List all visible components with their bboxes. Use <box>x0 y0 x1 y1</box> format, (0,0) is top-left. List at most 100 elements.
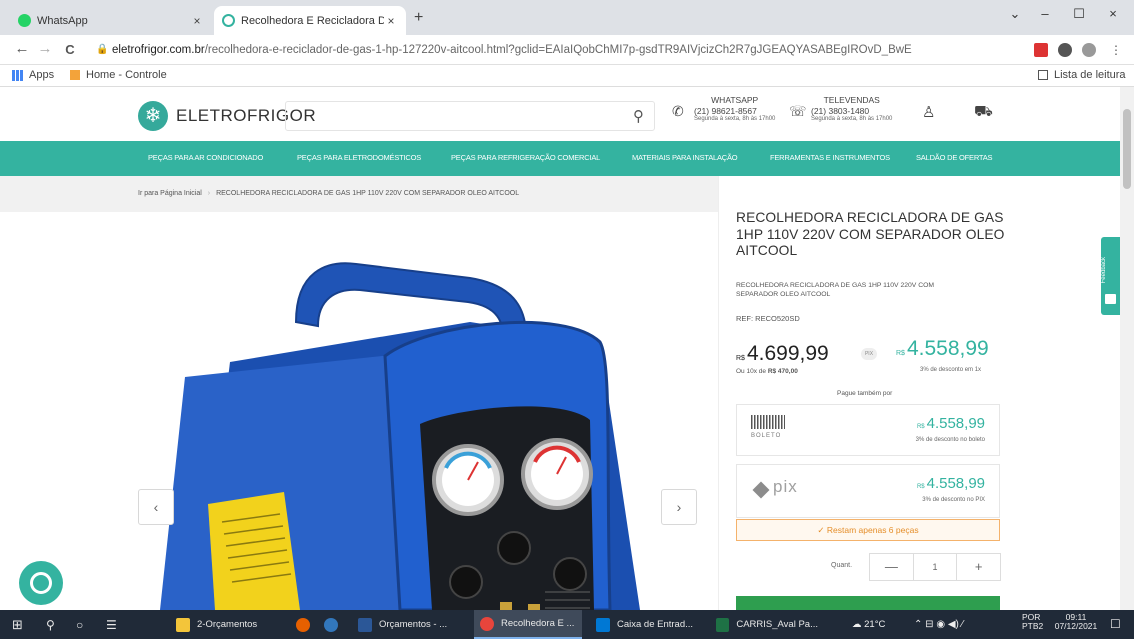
bookmark-home-controle[interactable]: Home - Controle <box>70 69 167 81</box>
breadcrumb-home[interactable]: Ir para Página Inicial <box>138 190 202 197</box>
feedback-icon <box>1105 294 1116 304</box>
product-title: RECOLHEDORA RECICLADORA DE GAS 1HP 110V … <box>736 210 1005 259</box>
menu-item-refrigeracao[interactable]: PEÇAS PARA REFRIGERAÇÃO COMERCIAL <box>451 153 600 162</box>
carousel-prev-button[interactable]: ‹ <box>138 489 174 525</box>
search-input[interactable]: ⚲ <box>285 101 655 131</box>
price-regular-value: 4.699,99 <box>746 342 829 365</box>
taskbar-app-outlook[interactable]: Caixa de Entrad... <box>590 610 702 639</box>
folder-icon <box>176 617 190 632</box>
discount-note: 3% de desconto em 1x <box>920 367 982 373</box>
firefox-icon[interactable] <box>296 610 317 639</box>
windows-start-icon[interactable]: ⊞ <box>12 610 23 639</box>
menu-kebab-icon[interactable]: ⋮ <box>1110 43 1122 57</box>
menu-item-eletrodomesticos[interactable]: PEÇAS PARA ELETRODOMÉSTICOS <box>297 153 421 162</box>
tab-whatsapp[interactable]: WhatsApp × <box>10 6 212 35</box>
reload-button[interactable]: C <box>60 42 80 57</box>
taskbar-app-label: Recolhedora E ... <box>501 618 575 629</box>
bookmark-apps[interactable]: Apps <box>12 69 54 81</box>
chat-button[interactable] <box>19 561 63 605</box>
taskbar-app-label: CARRIS_Aval Pa... <box>736 619 818 630</box>
reading-list-button[interactable]: Lista de leitura <box>1038 69 1126 81</box>
alt-payment-label: Pague também por <box>837 390 893 397</box>
product-subtitle: RECOLHEDORA RECICLADORA DE GAS 1HP 110V … <box>736 282 935 299</box>
clock[interactable]: 09:11 07/12/2021 <box>1054 612 1098 639</box>
boleto-price-value: 4.558,99 <box>926 415 985 432</box>
minimize-button[interactable]: – <box>1030 6 1060 21</box>
bookmarks-bar: Apps Home - Controle Lista de leitura <box>0 65 1134 87</box>
quantity-label: Quant. <box>831 562 853 569</box>
extensions-icon[interactable] <box>1058 43 1072 57</box>
weather-cloud-icon: ☁ <box>852 619 865 630</box>
taskbar-app-word[interactable]: Orçamentos - ... <box>352 610 462 639</box>
forward-button[interactable]: → <box>35 40 55 57</box>
cart-icon[interactable]: ⛟ <box>974 103 993 122</box>
whatsapp-hours: Segunda à sexta, 8h às 17h00 <box>694 116 776 123</box>
price-regular: R$4.699,99 <box>736 342 829 366</box>
stock-alert: ✓ Restam apenas 6 peças <box>736 519 1000 541</box>
back-button[interactable]: ← <box>12 40 32 57</box>
cortana-icon[interactable]: ○ <box>76 610 83 639</box>
tray-icons[interactable]: ⌃ ⊟ ◉ ◀) ⁄ <box>914 610 963 639</box>
whatsapp-contact[interactable]: ✆ WHATSAPP (21) 98621-8567 Segunda à sex… <box>672 95 775 124</box>
price-discount: R$4.558,99 <box>896 337 989 361</box>
task-view-icon[interactable]: ☰ <box>106 610 117 639</box>
windows-taskbar: ⊞ ⚲ ○ ☰ 2-Orçamentos Orçamentos - ... Re… <box>0 610 1134 639</box>
quantity-increase-button[interactable]: + <box>957 554 1000 580</box>
language-indicator[interactable]: POR PTB2 <box>1022 612 1044 639</box>
quantity-decrease-button[interactable]: — <box>870 554 914 580</box>
site-header: ❄ ELETROFRIGOR ⚲ ✆ WHATSAPP (21) 98621-8… <box>0 87 1120 141</box>
whatsapp-label: WHATSAPP <box>711 95 759 105</box>
maximize-button[interactable]: ☐ <box>1064 6 1094 22</box>
buy-button[interactable] <box>736 596 1000 610</box>
page-scrollbar[interactable] <box>1120 87 1134 610</box>
taskbar-app-label: Orçamentos - ... <box>379 619 448 630</box>
installments: Ou 10x de R$ 470,00 <box>736 368 798 375</box>
pix-price: R$ 4.558,99 <box>917 475 985 492</box>
breadcrumb: Ir para Página Inicial › RECOLHEDORA REC… <box>0 176 718 212</box>
carousel-next-button[interactable]: › <box>661 489 697 525</box>
menu-item-ferramentas[interactable]: FERRAMENTAS E INSTRUMENTOS <box>770 153 890 162</box>
quantity-stepper[interactable]: — 1 + <box>869 553 1001 581</box>
taskbar-app-explorer[interactable]: 2-Orçamentos <box>170 610 272 639</box>
tab-recolhedora[interactable]: Recolhedora E Recicladora De Ga × <box>214 6 406 35</box>
pix-option[interactable]: pix R$ 4.558,99 3% de desconto no PIX <box>736 464 1000 518</box>
taskbar-app-chrome[interactable]: Recolhedora E ... <box>474 610 582 639</box>
menu-item-instalacao[interactable]: MATERIAIS PARA INSTALAÇÃO <box>632 153 738 162</box>
close-window-button[interactable]: × <box>1098 6 1128 21</box>
televendas-contact[interactable]: ☏ TELEVENDAS (21) 3803-1480 Segunda à se… <box>789 95 892 124</box>
menu-item-ofertas[interactable]: SALDÃO DE OFERTAS <box>916 153 993 162</box>
bookmark-favicon-icon <box>70 70 80 80</box>
chat-bubble-icon <box>30 572 52 594</box>
currency-label: R$ <box>736 355 745 362</box>
edge-icon[interactable] <box>324 610 345 639</box>
pix-price-value: 4.558,99 <box>926 475 985 492</box>
scrollbar-thumb[interactable] <box>1123 109 1131 189</box>
weather-widget[interactable]: ☁ 21°C <box>852 610 885 639</box>
chrome-icon <box>480 616 494 631</box>
account-icon[interactable]: ♙ <box>922 103 935 121</box>
search-icon[interactable]: ⚲ <box>46 610 55 639</box>
close-tab-icon[interactable]: × <box>190 14 204 28</box>
new-tab-button[interactable]: + <box>414 9 423 27</box>
whatsapp-icon <box>18 14 31 27</box>
notifications-icon[interactable]: ☐ <box>1110 610 1121 639</box>
quantity-value[interactable]: 1 <box>914 554 958 580</box>
pdf-extension-icon[interactable] <box>1034 43 1048 57</box>
search-icon[interactable]: ⚲ <box>633 107 644 125</box>
feedback-tab[interactable]: Feedback <box>1101 237 1120 315</box>
barcode-icon <box>751 415 785 429</box>
apps-label: Apps <box>29 69 55 81</box>
address-bar[interactable]: 🔒 eletrofrigor.com.br/recolhedora-e-recic… <box>94 39 1044 61</box>
breadcrumb-current: RECOLHEDORA RECICLADORA DE GAS 1HP 110V … <box>216 190 520 197</box>
tab-title: Recolhedora E Recicladora De Ga <box>241 14 384 27</box>
tab-search-icon[interactable]: ⌄ <box>1000 6 1030 22</box>
menu-item-ar-condicionado[interactable]: PEÇAS PARA AR CONDICIONADO <box>148 153 263 162</box>
url-path: /recolhedora-e-reciclador-de-gas-1-hp-12… <box>204 44 912 56</box>
close-tab-icon[interactable]: × <box>384 14 398 28</box>
boleto-option[interactable]: BOLETO R$ 4.558,99 3% de desconto no bole… <box>736 404 1000 456</box>
whatsapp-phone-icon: ✆ <box>672 103 684 119</box>
lang-layout: PTB2 <box>1022 621 1044 632</box>
lock-icon: 🔒 <box>96 44 109 55</box>
taskbar-app-excel[interactable]: CARRIS_Aval Pa... <box>710 610 824 639</box>
profile-avatar-icon[interactable] <box>1082 43 1096 57</box>
